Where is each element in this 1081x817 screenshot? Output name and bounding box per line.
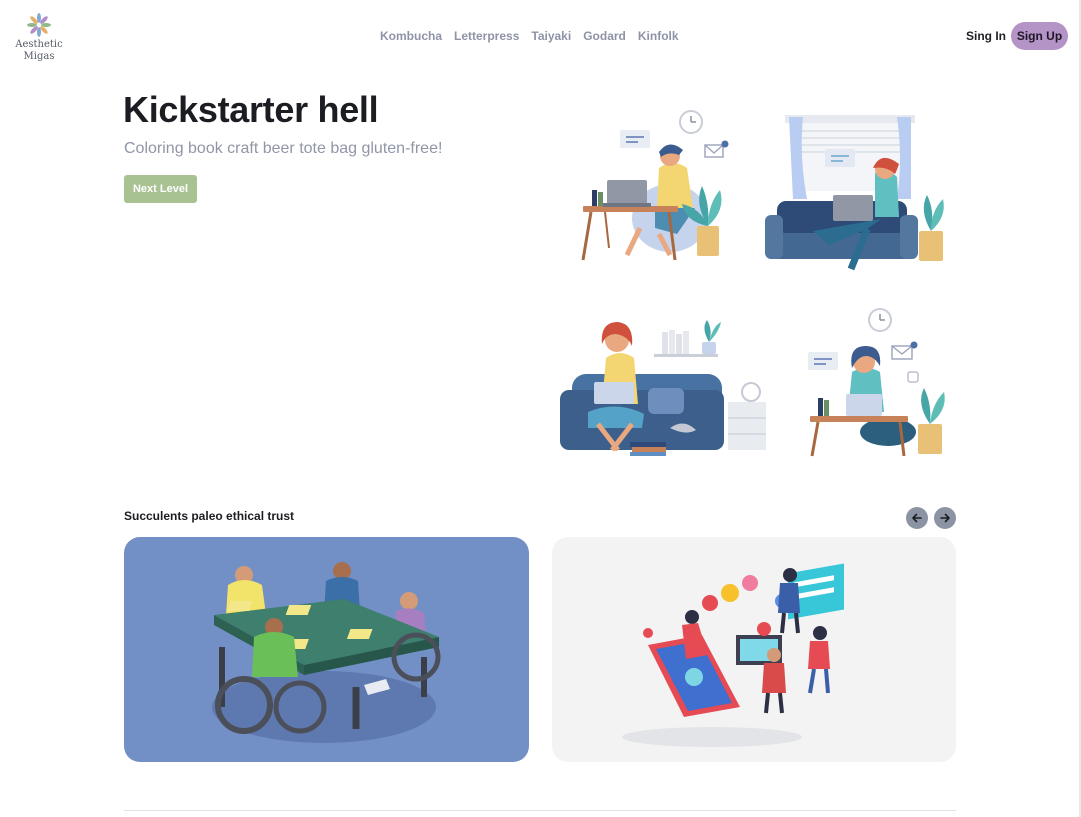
carousel-card-social[interactable] <box>552 537 956 762</box>
carousel-prev-button[interactable] <box>906 507 928 529</box>
illustration-couch-reader <box>560 320 766 456</box>
brand-logo[interactable]: Aesthetic Migas <box>14 12 64 62</box>
nav-item-kinfolk[interactable]: Kinfolk <box>638 29 679 43</box>
sign-in-link[interactable]: Sing In <box>966 29 1006 43</box>
carousel-next-button[interactable] <box>934 507 956 529</box>
flower-logo-icon <box>27 13 51 37</box>
sign-up-button[interactable]: Sign Up <box>1011 22 1068 50</box>
nav-item-taiyaki[interactable]: Taiyaki <box>531 29 571 43</box>
illustration-team-meeting <box>212 562 441 743</box>
nav-item-kombucha[interactable]: Kombucha <box>380 29 442 43</box>
nav-item-godard[interactable]: Godard <box>583 29 626 43</box>
nav-item-letterpress[interactable]: Letterpress <box>454 29 519 43</box>
illustration-social-media <box>622 563 844 747</box>
illustration-table-coffee <box>808 308 945 457</box>
carousel-card-meeting[interactable] <box>124 537 529 762</box>
brand-name-line1: Aesthetic <box>15 39 63 50</box>
illustration-couch-window <box>765 115 944 271</box>
hero-subtitle: Coloring book craft beer tote bag gluten… <box>124 140 443 157</box>
hero-title: Kickstarter hell <box>123 89 379 130</box>
section-title: Succulents paleo ethical trust <box>124 509 295 523</box>
brand-name-line2: Migas <box>23 51 55 62</box>
arrow-left-icon <box>912 513 922 523</box>
arrow-right-icon <box>940 513 950 523</box>
illustration-desk-worker <box>581 110 729 261</box>
next-level-button[interactable]: Next Level <box>124 175 197 203</box>
footer-divider <box>124 810 956 811</box>
main-nav: Kombucha Letterpress Taiyaki Godard Kinf… <box>380 29 679 43</box>
